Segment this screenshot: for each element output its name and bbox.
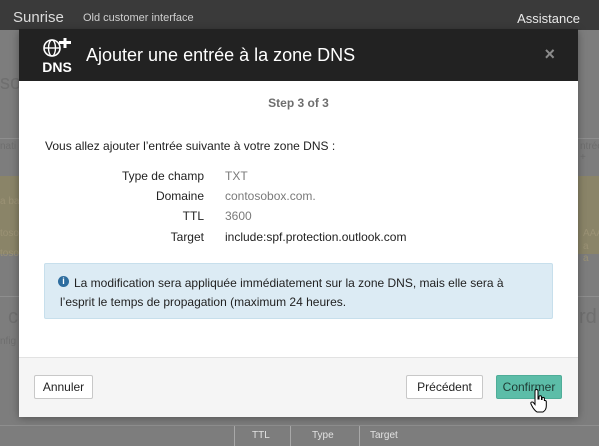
step-indicator: Step 3 of 3 (268, 96, 329, 110)
assistance-link[interactable]: Assistance (517, 11, 580, 26)
close-icon[interactable]: × (544, 44, 555, 65)
dialog-footer: Annuler Précédent Confirmer (19, 357, 578, 417)
bg-text-fragment: toso (0, 248, 19, 259)
info-text: La modification sera appliquée immédiate… (60, 276, 504, 309)
dialog-title: Ajouter une entrée à la zone DNS (86, 45, 356, 65)
bg-text-fragment: ntrée + (580, 141, 599, 163)
bg-heading-fragment: c (8, 306, 18, 328)
field-label: Target (170, 230, 204, 244)
old-interface-link[interactable]: Old customer interface (83, 12, 194, 24)
field-label: Domaine (155, 189, 204, 203)
field-value: include:spf.protection.outlook.com (225, 230, 407, 244)
bg-text-fragment: a (583, 253, 589, 264)
app-topbar: Sunrise Old customer interface Assistanc… (0, 0, 599, 30)
field-label: TTL (182, 209, 204, 223)
bg-heading-fragment: so (0, 72, 22, 94)
bg-col-type: Type (312, 430, 334, 441)
dialog-header: DNS Ajouter une entrée à la zone DNS × (19, 29, 578, 81)
field-row-target: Target include:spf.protection.outlook.co… (19, 230, 578, 246)
bg-text-fragment: a (583, 241, 589, 252)
field-value: TXT (225, 169, 248, 183)
dns-globe-icon: DNS (42, 38, 72, 74)
bg-col-target: Target (370, 430, 398, 441)
info-alert: i La modification sera appliquée immédia… (44, 263, 553, 319)
field-row-domain: Domaine contosobox.com. (19, 189, 578, 205)
intro-text: Vous allez ajouter l’entrée suivante à v… (45, 139, 336, 153)
dns-logo-text: DNS (42, 59, 72, 74)
bg-text-fragment: nfig (0, 336, 17, 347)
field-row-type: Type de champ TXT (19, 169, 578, 185)
previous-button[interactable]: Précédent (406, 375, 483, 399)
bg-text-fragment: AAA (583, 228, 599, 239)
field-label: Type de champ (121, 169, 204, 183)
bg-heading-fragment: rd (579, 306, 597, 328)
field-value: 3600 (225, 209, 252, 223)
bg-text-fragment: nati (0, 141, 17, 152)
bg-text-fragment: toso (0, 228, 19, 239)
bg-text-fragment: a ba (0, 196, 20, 207)
add-dns-entry-dialog: DNS Ajouter une entrée à la zone DNS × S… (19, 29, 578, 417)
field-value: contosobox.com. (225, 189, 316, 203)
confirm-button[interactable]: Confirmer (496, 375, 562, 399)
brand-name: Sunrise (13, 9, 64, 26)
field-row-ttl: TTL 3600 (19, 209, 578, 225)
cancel-button[interactable]: Annuler (34, 375, 93, 399)
bg-col-ttl: TTL (252, 430, 270, 441)
bg-table-header: TTL Type Target (234, 426, 434, 446)
